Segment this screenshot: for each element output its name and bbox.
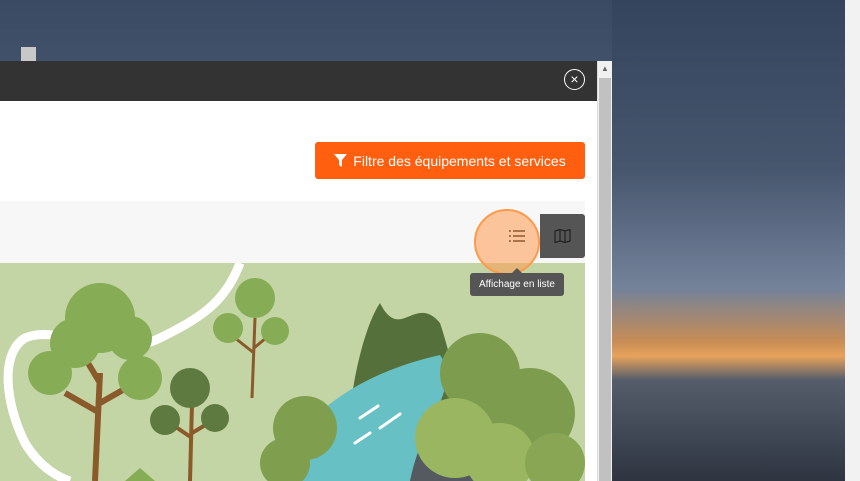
modal-scrollbar[interactable]: ▲ [597,61,612,481]
window-edge [845,0,860,481]
filter-button-label: Filtre des équipements et services [353,152,566,169]
list-view-tooltip: Affichage en liste [470,268,564,296]
modal-header: × [0,61,597,101]
funnel-icon [334,153,348,167]
close-icon[interactable]: × [564,69,585,90]
click-highlight [474,209,540,275]
scroll-thumb[interactable] [599,78,611,481]
filter-button[interactable]: Filtre des équipements et services [315,142,585,179]
background-sky [612,0,860,481]
map-view-icon [554,229,571,243]
map-view-button[interactable] [540,214,585,258]
arrow-up-icon[interactable]: ▲ [598,63,612,75]
background-handle [21,47,36,61]
